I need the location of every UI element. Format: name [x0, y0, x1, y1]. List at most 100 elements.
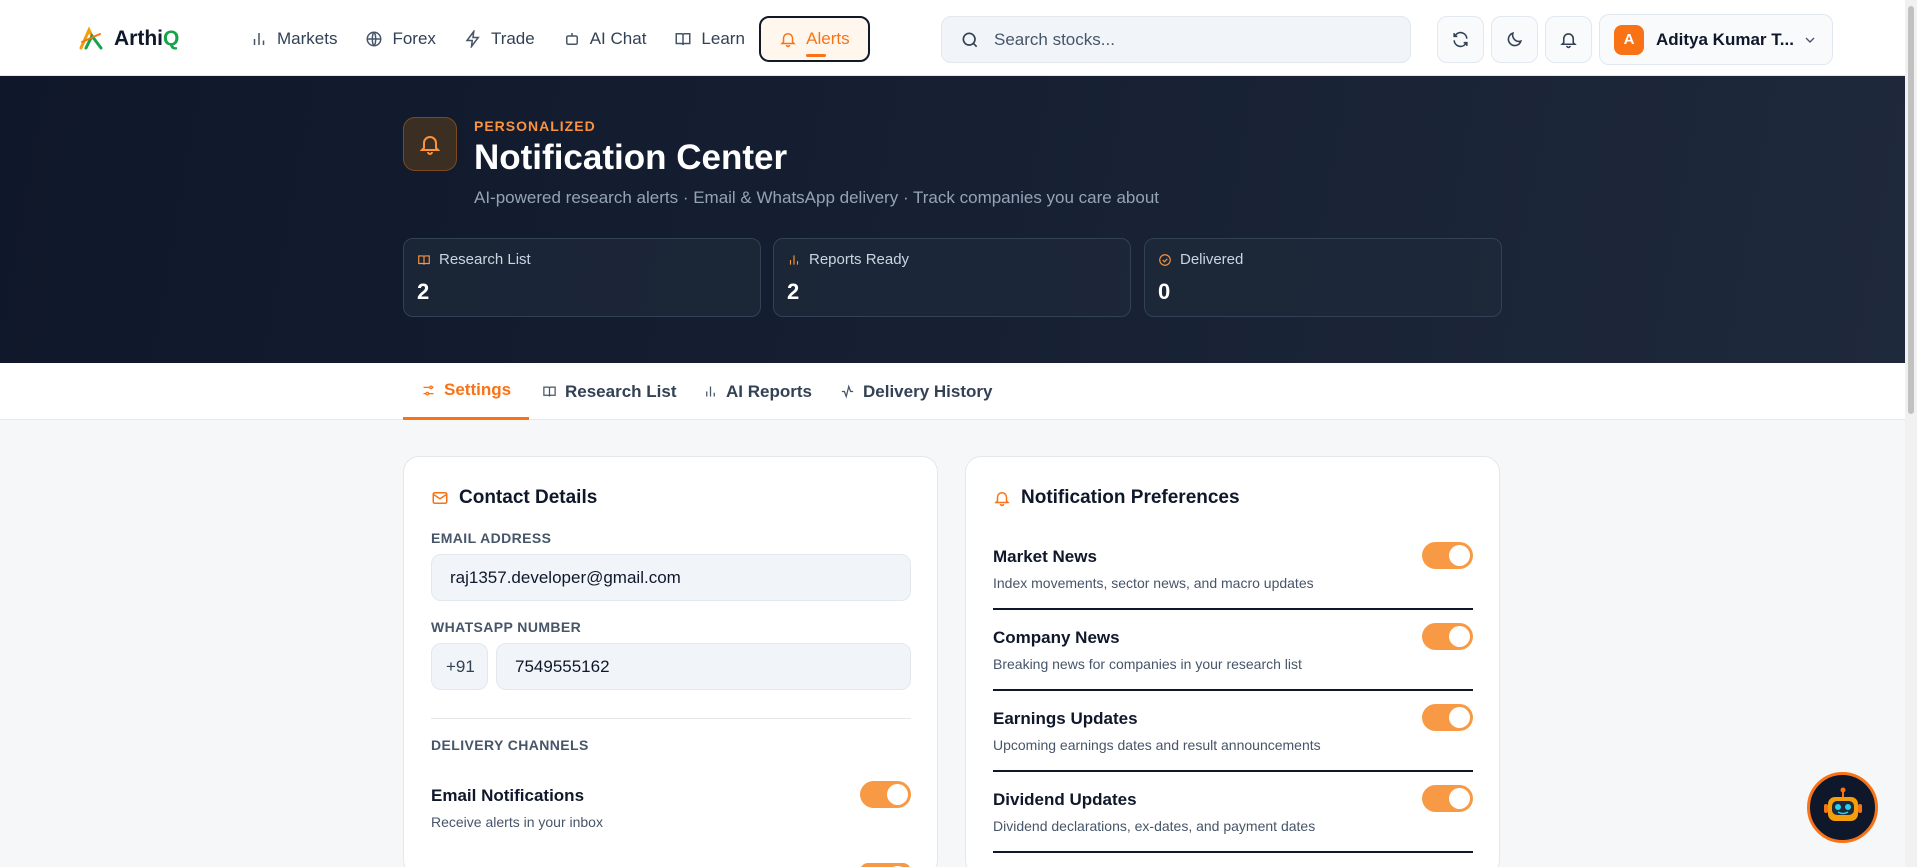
main-nav: Markets Forex Trade AI Chat Learn Alerts: [236, 16, 870, 62]
nav-learn[interactable]: Learn: [660, 16, 758, 62]
check-circle-icon: [1159, 253, 1171, 266]
pref-title: Dividend Updates: [993, 790, 1137, 809]
tab-research-list[interactable]: Research List: [542, 363, 677, 420]
search-input[interactable]: [994, 29, 1374, 50]
robot-icon: [565, 33, 578, 45]
delivery-channels-label: DELIVERY CHANNELS: [431, 737, 589, 753]
email-label: EMAIL ADDRESS: [431, 530, 552, 546]
stat-label-row: Reports Ready: [787, 251, 909, 268]
logo-text: ArthiQ: [114, 27, 180, 50]
nav-alerts[interactable]: Alerts: [758, 16, 870, 62]
pref-desc: Breaking news for companies in your rese…: [993, 656, 1302, 672]
book-icon: [418, 254, 430, 265]
book-icon: [543, 386, 556, 397]
market-news-toggle[interactable]: [1422, 542, 1473, 569]
email-notifications-toggle[interactable]: [860, 781, 911, 808]
tab-delivery-history[interactable]: Delivery History: [840, 363, 992, 420]
tab-delivery-history-label: Delivery History: [863, 381, 993, 401]
hero-eyebrow: PERSONALIZED: [474, 118, 596, 134]
whatsapp-field[interactable]: [496, 643, 911, 690]
robot-icon: [1823, 787, 1862, 821]
earnings-updates-toggle[interactable]: [1422, 704, 1473, 731]
whatsapp-label: WHATSAPP NUMBER: [431, 619, 582, 635]
moon-icon: [1507, 31, 1523, 47]
sliders-icon: [423, 385, 434, 395]
company-news-toggle[interactable]: [1422, 623, 1473, 650]
bar-chart-icon: [706, 386, 715, 397]
refresh-button[interactable]: [1437, 16, 1484, 63]
refresh-icon: [1453, 31, 1468, 48]
nav-ai-chat-label: AI Chat: [589, 29, 647, 48]
logo-icon: [79, 26, 103, 50]
notification-preferences-card: Notification Preferences Market News Ind…: [965, 456, 1500, 867]
divider: [993, 770, 1473, 772]
stat-label: Reports Ready: [809, 251, 910, 268]
nav-ai-chat[interactable]: AI Chat: [549, 16, 661, 62]
activity-icon: [841, 384, 854, 399]
pref-title: Market News: [993, 547, 1097, 566]
user-menu[interactable]: A Aditya Kumar T...: [1599, 14, 1833, 65]
book-icon: [675, 33, 691, 46]
pref-title: Company News: [993, 628, 1120, 647]
card-title-text: Notification Preferences: [1021, 487, 1240, 508]
whatsapp-notifications-toggle[interactable]: [860, 863, 911, 867]
top-navbar: ArthiQ Markets Forex Trade AI Chat Learn…: [0, 0, 1905, 76]
pref-desc: Dividend declarations, ex-dates, and pay…: [993, 818, 1316, 834]
stat-card-reports-ready: Reports Ready 2: [773, 238, 1131, 317]
tab-ai-reports-label: AI Reports: [726, 381, 812, 401]
nav-markets-label: Markets: [277, 29, 338, 48]
tab-bar: Settings Research List AI Reports Delive…: [0, 363, 1905, 420]
tab-research-list-label: Research List: [565, 381, 677, 401]
stat-value: 2: [787, 279, 800, 304]
card-title-text: Contact Details: [459, 487, 598, 508]
search-bar[interactable]: [941, 16, 1411, 63]
notifications-button[interactable]: [1545, 16, 1592, 63]
stat-label-row: Research List: [417, 251, 531, 268]
nav-learn-label: Learn: [701, 29, 745, 48]
mail-icon: [432, 492, 448, 504]
stat-label-row: Delivered: [1158, 251, 1243, 268]
stat-label: Delivered: [1180, 251, 1244, 268]
divider: [431, 718, 911, 719]
chevron-down-icon: [1805, 37, 1815, 43]
preferences-title: Notification Preferences: [993, 487, 1240, 509]
avatar: A: [1614, 24, 1644, 55]
contact-details-card: Contact Details EMAIL ADDRESS WHATSAPP N…: [403, 456, 938, 867]
hero-banner: [0, 76, 1905, 363]
stat-card-research-list: Research List 2: [403, 238, 761, 317]
tab-ai-reports[interactable]: AI Reports: [703, 363, 812, 420]
email-notifications-title: Email Notifications: [431, 786, 585, 805]
country-code-select[interactable]: +91: [431, 643, 488, 690]
theme-toggle-button[interactable]: [1491, 16, 1538, 63]
stat-value: 0: [1158, 279, 1171, 304]
tab-settings-label: Settings: [444, 380, 512, 399]
bell-icon: [1560, 33, 1577, 49]
bar-chart-icon: [789, 254, 799, 265]
stat-card-delivered: Delivered 0: [1144, 238, 1502, 317]
pref-desc: Index movements, sector news, and macro …: [993, 575, 1314, 591]
lightning-icon: [465, 30, 480, 48]
scrollbar-thumb[interactable]: [1908, 6, 1914, 414]
divider: [993, 851, 1473, 853]
page-title: Notification Center: [474, 138, 788, 177]
email-notifications-desc: Receive alerts in your inbox: [431, 814, 603, 830]
ai-assistant-button[interactable]: [1807, 772, 1878, 843]
search-icon: [962, 32, 978, 47]
page-subtitle: AI-powered research alerts · Email & Wha…: [474, 188, 1160, 207]
pref-desc: Upcoming earnings dates and result annou…: [993, 737, 1321, 753]
nav-markets[interactable]: Markets: [236, 16, 351, 62]
dividend-updates-toggle[interactable]: [1422, 785, 1473, 812]
nav-forex-label: Forex: [392, 29, 436, 48]
user-name: Aditya Kumar T...: [1656, 29, 1794, 49]
hero-bell-badge: [403, 117, 457, 171]
stat-label: Research List: [439, 251, 531, 268]
nav-forex[interactable]: Forex: [351, 16, 449, 62]
nav-alerts-label: Alerts: [806, 29, 850, 48]
email-field[interactable]: [431, 554, 911, 601]
globe-icon: [366, 31, 382, 47]
bar-chart-icon: [253, 33, 265, 45]
logo[interactable]: ArthiQ: [78, 24, 179, 54]
contact-details-title: Contact Details: [431, 487, 597, 509]
nav-trade[interactable]: Trade: [450, 16, 549, 62]
tab-settings[interactable]: Settings: [403, 363, 530, 420]
